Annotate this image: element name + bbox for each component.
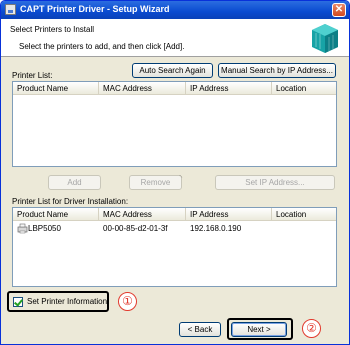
callout-two: ② [302,319,321,338]
callout-one: ① [118,292,137,311]
close-button[interactable]: ✕ [332,3,346,17]
set-ip-address-button[interactable]: Set IP Address... [215,175,335,190]
set-printer-information-highlight: Set Printer Information [7,291,109,312]
set-printer-information-label[interactable]: Set Printer Information [27,297,107,306]
column-ip-address[interactable]: IP Address [186,82,272,95]
wizard-logo-icon [312,24,338,53]
row-mac-address: 00-00-85-d2-01-3f [103,224,168,233]
table-row[interactable]: LBP5050 00-00-85-d2-01-3f 192.168.0.190 [13,222,336,235]
page-title: Select Printers to Install [10,25,95,34]
page-subtitle: Select the printers to add, and then cli… [19,42,185,51]
add-button[interactable]: Add [48,175,101,190]
column-location[interactable]: Location [272,208,336,221]
install-list-header: Product Name MAC Address IP Address Loca… [13,208,336,221]
printer-icon [17,223,28,234]
title-bar[interactable]: CAPT Printer Driver - Setup Wizard ✕ [1,1,349,19]
column-mac-address[interactable]: MAC Address [99,82,186,95]
printer-list-header: Product Name MAC Address IP Address Loca… [13,82,336,95]
printer-list-view[interactable]: Product Name MAC Address IP Address Loca… [12,81,337,167]
next-button[interactable]: Next > [231,322,287,337]
column-mac-address[interactable]: MAC Address [99,208,186,221]
install-list-view[interactable]: Product Name MAC Address IP Address Loca… [12,207,337,287]
printer-app-icon [5,4,16,15]
install-list-label: Printer List for Driver Installation: [12,197,129,206]
column-product-name[interactable]: Product Name [13,82,99,95]
back-button[interactable]: < Back [179,322,221,337]
row-ip-address: 192.168.0.190 [190,224,242,233]
window-title: CAPT Printer Driver - Setup Wizard [20,4,170,14]
remove-button[interactable]: Remove [129,175,182,190]
column-ip-address[interactable]: IP Address [186,208,272,221]
manual-search-by-ip-button[interactable]: Manual Search by IP Address... [218,63,336,78]
printer-list-label: Printer List: [12,71,53,80]
setup-wizard-window: CAPT Printer Driver - Setup Wizard ✕ Sel… [0,0,350,345]
auto-search-again-button[interactable]: Auto Search Again [132,63,213,78]
column-location[interactable]: Location [272,82,336,95]
column-product-name[interactable]: Product Name [13,208,99,221]
wizard-header: Select Printers to Install Select the pr… [1,19,349,57]
row-product-name: LBP5050 [28,224,61,233]
set-printer-information-checkbox[interactable] [13,297,23,307]
